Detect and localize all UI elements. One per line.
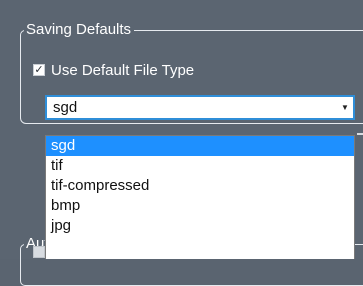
chevron-down-icon[interactable]: ▼ [337,103,353,112]
dropdown-option-tif-compressed[interactable]: tif-compressed [46,176,354,196]
dropdown-option-sgd[interactable]: sgd [46,136,354,156]
use-default-file-type-checkbox[interactable]: ✓ [33,64,45,76]
settings-panel: Saving Defaults ✓ Use Default File Type … [0,0,363,286]
file-type-combobox[interactable]: sgd ▼ [45,95,355,120]
group-divider [357,133,363,135]
file-type-dropdown-list[interactable]: sgd tif tif-compressed bmp jpg [45,135,355,259]
use-default-file-type-row[interactable]: ✓ Use Default File Type [33,60,194,80]
file-type-combobox-value: sgd [53,99,78,116]
auto-group-checkbox[interactable] [33,246,45,258]
use-default-file-type-label[interactable]: Use Default File Type [51,62,194,79]
dropdown-option-bmp[interactable]: bmp [46,196,354,216]
dropdown-option-tif[interactable]: tif [46,156,354,176]
saving-defaults-title: Saving Defaults [24,21,135,39]
dropdown-option-jpg[interactable]: jpg [46,216,354,236]
